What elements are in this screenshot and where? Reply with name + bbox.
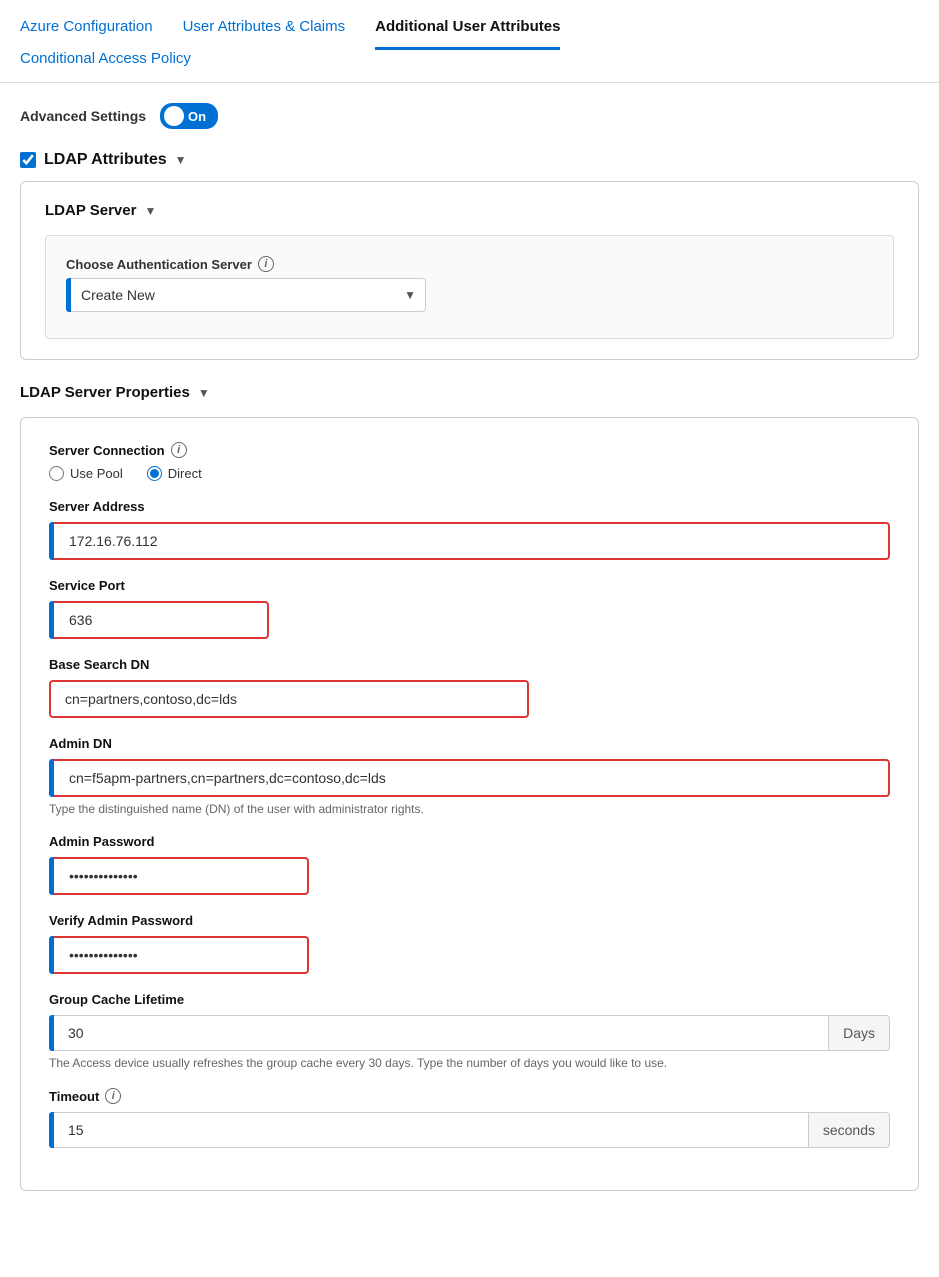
ldap-server-properties-header: LDAP Server Properties ▼ [20, 384, 919, 401]
top-nav: Azure Configuration User Attributes & Cl… [0, 0, 939, 83]
service-port-input[interactable] [49, 601, 269, 639]
select-blue-bar [66, 278, 71, 312]
admin-dn-group: Admin DN Type the distinguished name (DN… [49, 736, 890, 816]
group-cache-lifetime-input-wrapper: Days [49, 1015, 890, 1051]
verify-admin-password-label: Verify Admin Password [49, 913, 890, 928]
ldap-attributes-checkbox[interactable] [20, 152, 36, 168]
base-search-dn-group: Base Search DN [49, 657, 890, 718]
ldap-attributes-header: LDAP Attributes ▼ [20, 151, 919, 169]
group-cache-lifetime-hint: The Access device usually refreshes the … [49, 1056, 890, 1070]
admin-password-group: Admin Password [49, 834, 890, 895]
choose-auth-server-label: Choose Authentication Server i [66, 256, 873, 272]
tab-azure-config[interactable]: Azure Configuration [20, 18, 153, 50]
timeout-input[interactable] [49, 1112, 809, 1148]
ldap-attributes-chevron[interactable]: ▼ [175, 153, 187, 167]
admin-dn-hint: Type the distinguished name (DN) of the … [49, 802, 890, 816]
tab-conditional-access[interactable]: Conditional Access Policy [20, 50, 191, 82]
server-connection-radio-group: Use Pool Direct [49, 466, 890, 481]
verify-admin-password-input-wrapper [49, 936, 309, 974]
timeout-addon: seconds [809, 1112, 890, 1148]
group-cache-lifetime-label: Group Cache Lifetime [49, 992, 890, 1007]
ldap-server-title: LDAP Server [45, 202, 136, 219]
advanced-settings-label: Advanced Settings [20, 108, 146, 124]
service-port-label: Service Port [49, 578, 890, 593]
verify-admin-password-blue-bar [49, 936, 54, 974]
direct-radio[interactable] [147, 466, 162, 481]
admin-dn-input-wrapper [49, 759, 890, 797]
server-connection-info-icon[interactable]: i [171, 442, 187, 458]
timeout-group: Timeout i seconds [49, 1088, 890, 1148]
timeout-info-icon[interactable]: i [105, 1088, 121, 1104]
verify-admin-password-input[interactable] [49, 936, 309, 974]
ldap-server-chevron[interactable]: ▼ [144, 204, 156, 218]
service-port-group: Service Port [49, 578, 890, 639]
toggle-label: On [188, 109, 206, 124]
base-search-dn-input-wrapper [49, 680, 890, 718]
server-address-group: Server Address [49, 499, 890, 560]
page-body: Advanced Settings On LDAP Attributes ▼ L… [0, 83, 939, 1231]
use-pool-radio[interactable] [49, 466, 64, 481]
server-address-blue-bar [49, 522, 54, 560]
group-cache-lifetime-blue-bar [49, 1015, 54, 1051]
admin-dn-input[interactable] [49, 759, 890, 797]
base-search-dn-label: Base Search DN [49, 657, 890, 672]
use-pool-label: Use Pool [70, 466, 123, 481]
ldap-server-header: LDAP Server ▼ [45, 202, 894, 219]
admin-password-label: Admin Password [49, 834, 890, 849]
choose-auth-server-select-wrapper: Create New ▼ [66, 278, 426, 312]
choose-auth-server-info-icon[interactable]: i [258, 256, 274, 272]
server-connection-group: Server Connection i Use Pool Direct [49, 442, 890, 481]
verify-admin-password-group: Verify Admin Password [49, 913, 890, 974]
server-address-input-wrapper [49, 522, 890, 560]
group-cache-lifetime-input[interactable] [49, 1015, 829, 1051]
ldap-server-inner: Choose Authentication Server i Create Ne… [45, 235, 894, 339]
use-pool-option[interactable]: Use Pool [49, 466, 123, 481]
ldap-server-properties-section: LDAP Server Properties ▼ Server Connecti… [20, 384, 919, 1191]
tab-user-attributes[interactable]: User Attributes & Claims [183, 18, 346, 50]
direct-label: Direct [168, 466, 202, 481]
server-address-input[interactable] [49, 522, 890, 560]
service-port-input-wrapper [49, 601, 269, 639]
timeout-label: Timeout i [49, 1088, 890, 1104]
server-address-label: Server Address [49, 499, 890, 514]
choose-auth-server-group: Choose Authentication Server i Create Ne… [66, 256, 873, 312]
server-connection-label: Server Connection i [49, 442, 890, 458]
admin-password-input-wrapper [49, 857, 309, 895]
ldap-server-properties-title: LDAP Server Properties [20, 384, 190, 401]
admin-password-blue-bar [49, 857, 54, 895]
group-cache-lifetime-addon: Days [829, 1015, 890, 1051]
base-search-dn-input[interactable] [49, 680, 529, 718]
ldap-server-properties-card: Server Connection i Use Pool Direct [20, 417, 919, 1191]
timeout-input-wrapper: seconds [49, 1112, 890, 1148]
tab-additional-user-attributes[interactable]: Additional User Attributes [375, 18, 560, 50]
ldap-server-properties-chevron[interactable]: ▼ [198, 386, 210, 400]
timeout-blue-bar [49, 1112, 54, 1148]
advanced-settings-toggle[interactable]: On [160, 103, 218, 129]
admin-dn-label: Admin DN [49, 736, 890, 751]
advanced-settings-row: Advanced Settings On [20, 103, 919, 129]
choose-auth-server-select[interactable]: Create New [66, 278, 426, 312]
ldap-server-card: LDAP Server ▼ Choose Authentication Serv… [20, 181, 919, 360]
service-port-blue-bar [49, 601, 54, 639]
admin-dn-blue-bar [49, 759, 54, 797]
toggle-knob [164, 106, 184, 126]
admin-password-input[interactable] [49, 857, 309, 895]
direct-option[interactable]: Direct [147, 466, 202, 481]
ldap-attributes-title: LDAP Attributes [44, 151, 167, 169]
group-cache-lifetime-group: Group Cache Lifetime Days The Access dev… [49, 992, 890, 1070]
